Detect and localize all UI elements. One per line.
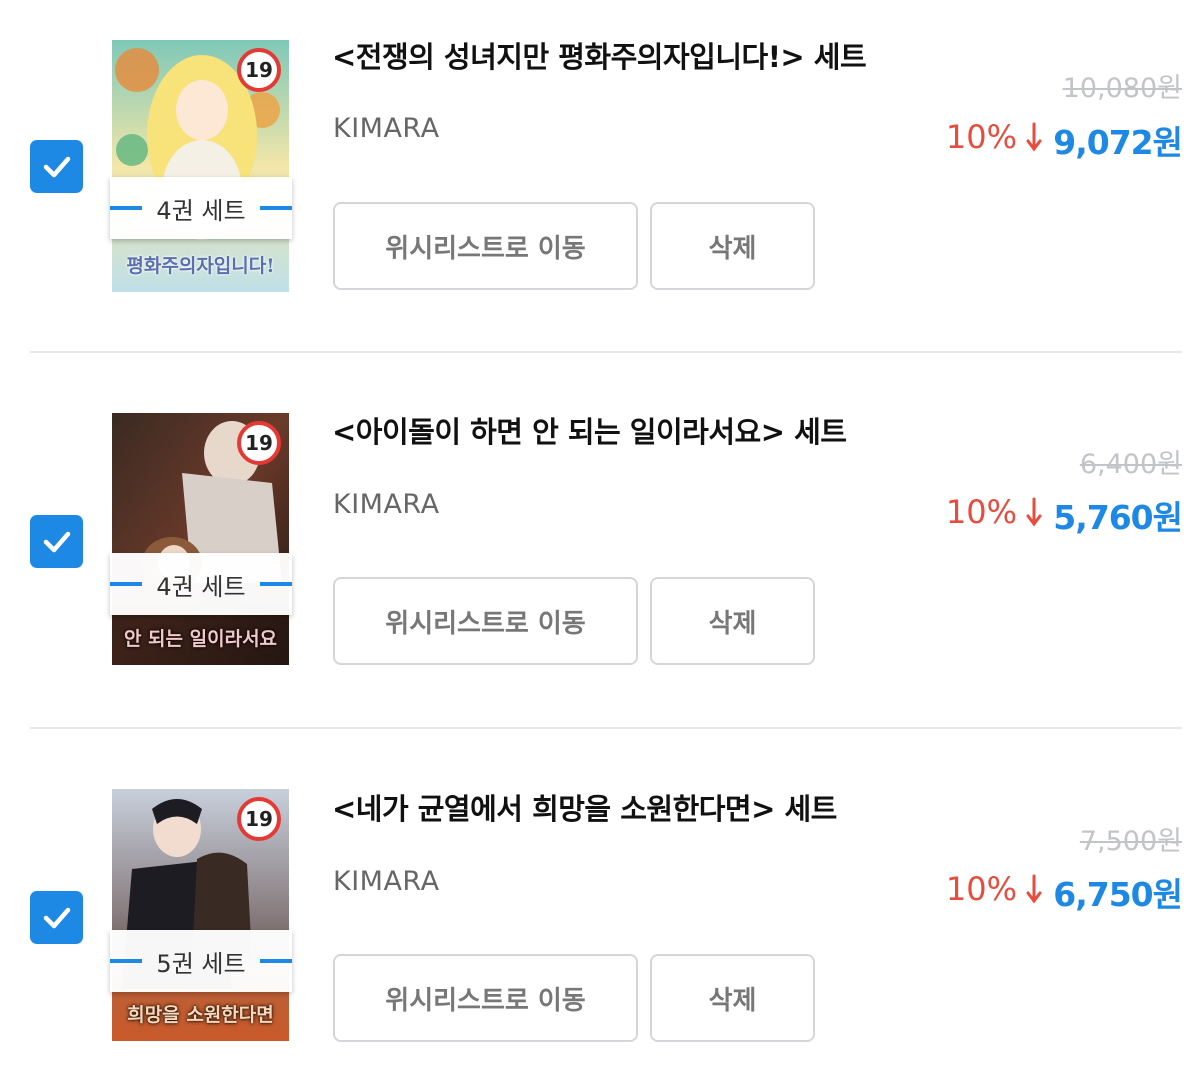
arrow-down-icon bbox=[1026, 497, 1042, 527]
set-count-text: 4권 세트 bbox=[156, 572, 246, 601]
set-count-label: 5권 세트 bbox=[110, 930, 292, 992]
age-19-badge-icon: 19 bbox=[237, 797, 281, 841]
book-title[interactable]: <전쟁의 성녀지만 평화주의자입니다!> 세트 bbox=[332, 34, 867, 76]
delete-button[interactable]: 삭제 bbox=[650, 202, 815, 290]
cart-item: 19 안 되는 일이라서요 4권 세트 <아이돌이 하면 안 되는 일이라서요>… bbox=[0, 376, 1200, 676]
move-to-wishlist-button[interactable]: 위시리스트로 이동 bbox=[333, 202, 638, 290]
book-title[interactable]: <네가 균열에서 희망을 소원한다면> 세트 bbox=[332, 786, 837, 828]
cart-item: 19 희망을 소원한다면 5권 세트 <네가 균열에서 희망을 소원한다면> 세… bbox=[0, 752, 1200, 1052]
cart-item-list: 19 평화주의자입니다! 4권 세트 <전쟁의 성녀지만 평화주의자입니다!> … bbox=[0, 0, 1200, 1079]
book-cover[interactable]: 19 평화주의자입니다! bbox=[112, 40, 289, 292]
cover-title-text: 안 되는 일이라서요 bbox=[123, 628, 278, 651]
sale-price: 5,760원 bbox=[1053, 498, 1183, 537]
arrow-down-icon bbox=[1026, 122, 1042, 152]
select-checkbox[interactable] bbox=[30, 515, 83, 568]
label-line-right bbox=[260, 206, 292, 210]
label-line-left bbox=[110, 582, 142, 586]
item-divider bbox=[30, 351, 1182, 353]
delete-button[interactable]: 삭제 bbox=[650, 954, 815, 1042]
author-name[interactable]: KIMARA bbox=[333, 489, 440, 520]
original-price: 7,500원 bbox=[1079, 826, 1182, 857]
move-to-wishlist-button[interactable]: 위시리스트로 이동 bbox=[333, 954, 638, 1042]
set-count-label: 4권 세트 bbox=[110, 177, 292, 239]
label-line-right bbox=[260, 959, 292, 963]
discount-rate: 10% bbox=[946, 493, 1043, 531]
item-divider bbox=[30, 727, 1182, 729]
cover-title-text: 희망을 소원한다면 bbox=[127, 1004, 274, 1027]
discount-text: 10% bbox=[945, 118, 1017, 156]
cover-title-text: 평화주의자입니다! bbox=[126, 255, 275, 278]
label-line-right bbox=[260, 582, 292, 586]
set-count-text: 4권 세트 bbox=[156, 196, 246, 225]
move-to-wishlist-button[interactable]: 위시리스트로 이동 bbox=[333, 577, 638, 665]
set-count-text: 5권 세트 bbox=[156, 949, 246, 978]
book-cover[interactable]: 19 안 되는 일이라서요 bbox=[112, 413, 289, 665]
age-19-badge-icon: 19 bbox=[237, 421, 281, 465]
discount-text: 10% bbox=[945, 870, 1017, 908]
discount-rate: 10% bbox=[946, 870, 1043, 908]
sale-price: 9,072원 bbox=[1053, 123, 1183, 162]
select-checkbox[interactable] bbox=[30, 140, 83, 193]
delete-button[interactable]: 삭제 bbox=[650, 577, 815, 665]
original-price: 6,400원 bbox=[1079, 449, 1182, 480]
sale-price: 6,750원 bbox=[1053, 875, 1183, 914]
discount-text: 10% bbox=[945, 493, 1017, 531]
label-line-left bbox=[110, 206, 142, 210]
select-checkbox[interactable] bbox=[30, 891, 83, 944]
arrow-down-icon bbox=[1026, 874, 1042, 904]
checkmark-icon bbox=[43, 907, 70, 928]
discount-rate: 10% bbox=[946, 118, 1043, 156]
age-19-badge-icon: 19 bbox=[237, 48, 281, 92]
label-line-left bbox=[110, 959, 142, 963]
set-count-label: 4권 세트 bbox=[110, 553, 292, 615]
book-title[interactable]: <아이돌이 하면 안 되는 일이라서요> 세트 bbox=[332, 409, 847, 451]
checkmark-icon bbox=[43, 156, 70, 177]
cart-item: 19 평화주의자입니다! 4권 세트 <전쟁의 성녀지만 평화주의자입니다!> … bbox=[0, 0, 1200, 300]
author-name[interactable]: KIMARA bbox=[333, 113, 440, 144]
original-price: 10,080원 bbox=[1062, 73, 1182, 104]
checkmark-icon bbox=[43, 531, 70, 552]
author-name[interactable]: KIMARA bbox=[333, 866, 440, 897]
book-cover[interactable]: 19 희망을 소원한다면 bbox=[112, 789, 289, 1041]
